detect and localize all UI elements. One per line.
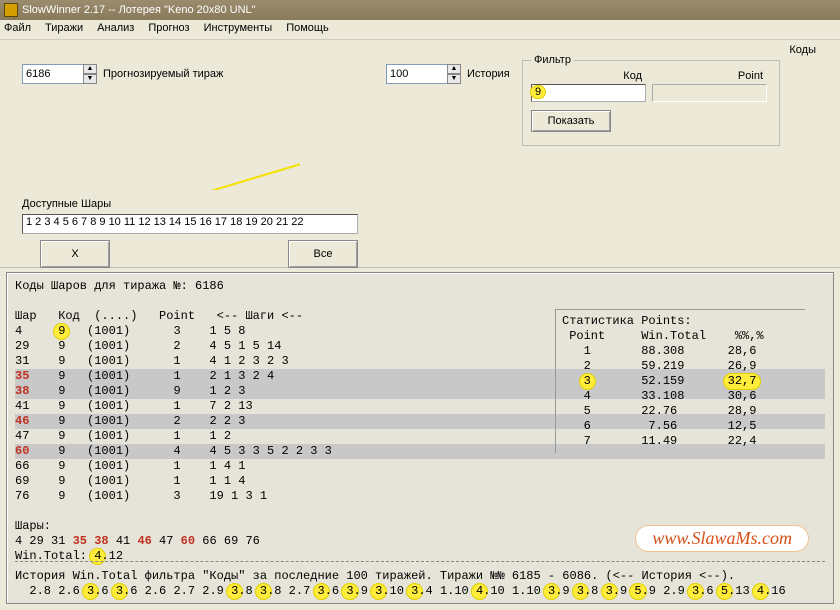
annotation-arrow	[0, 40, 300, 190]
stats-row: 5 22.76 28,9	[562, 404, 799, 419]
stats-row: 7 11.49 22,4	[562, 434, 799, 449]
all-button[interactable]: Все	[288, 240, 358, 268]
stats-row: 1 88.308 28,6	[562, 344, 799, 359]
report-panel: Коды Шаров для тиража №: 6186 Шар Код (.…	[6, 272, 834, 604]
history-input[interactable]: 100	[386, 64, 448, 84]
filter-point-label: Point	[652, 70, 767, 82]
menu-draws[interactable]: Тиражи	[45, 22, 83, 37]
menu-help[interactable]: Помощь	[286, 22, 329, 37]
predicted-draw-input[interactable]: 6186	[22, 64, 84, 84]
filter-legend: Фильтр	[531, 54, 574, 66]
history-spinner[interactable]: ▲▼	[447, 64, 461, 84]
predicted-draw-spinner[interactable]: ▲▼	[83, 64, 97, 84]
codes-label: Коды	[789, 44, 816, 56]
menubar: Файл Тиражи Анализ Прогноз Инструменты П…	[0, 20, 840, 40]
filter-point-input[interactable]	[652, 84, 767, 102]
stats-row: 6 7.56 12,5	[562, 419, 799, 434]
show-button[interactable]: Показать	[531, 110, 611, 132]
website-badge: www.SlawaMs.com	[635, 525, 809, 552]
menu-forecast[interactable]: Прогноз	[148, 22, 189, 37]
filter-kod-input[interactable]: 9	[531, 84, 646, 102]
window-title: SlowWinner 2.17 -- Лотерея "Keno 20x80 U…	[22, 0, 256, 20]
report-header: Коды Шаров для тиража №: 6186	[15, 279, 825, 294]
predicted-draw-label: Прогнозируемый тираж	[103, 68, 223, 80]
history-header: История Win.Total фильтра "Коды" за посл…	[15, 569, 735, 584]
history-label: История	[467, 68, 510, 80]
table-row: 66 9 (1001) 1 1 4 1	[15, 459, 825, 474]
table-row: 69 9 (1001) 1 1 1 4	[15, 474, 825, 489]
menu-file[interactable]: Файл	[4, 22, 31, 37]
available-balls-input[interactable]: 1 2 3 4 5 6 7 8 9 10 11 12 13 14 15 16 1…	[22, 214, 358, 234]
stats-cols: Point Win.Total %%,%	[562, 329, 799, 344]
top-panel: Коды 6186 ▲▼ Прогнозируемый тираж 100 ▲▼…	[0, 40, 840, 268]
app-icon	[4, 3, 18, 17]
menu-tools[interactable]: Инструменты	[204, 22, 273, 37]
available-balls-label: Доступные Шары	[22, 198, 111, 210]
stats-row: 3 52.159 32,7	[562, 374, 799, 389]
menu-analysis[interactable]: Анализ	[97, 22, 134, 37]
filter-kod-label: Код	[531, 70, 646, 82]
divider	[15, 561, 825, 562]
table-row: 76 9 (1001) 3 19 1 3 1	[15, 489, 825, 504]
filter-group: Фильтр Код 9 Point Показать	[522, 54, 780, 146]
history-values: 2.8 2.6 3.6 3.6 2.6 2.7 2.9 3.8 3.8 2.7 …	[15, 584, 786, 599]
stats-title: Статистика Points:	[562, 314, 799, 329]
clear-button[interactable]: X	[40, 240, 110, 268]
window-titlebar: SlowWinner 2.17 -- Лотерея "Keno 20x80 U…	[0, 0, 840, 20]
stats-box: Статистика Points: Point Win.Total %%,% …	[555, 309, 805, 453]
stats-row: 4 33.108 30,6	[562, 389, 799, 404]
stats-row: 2 59.219 26,9	[562, 359, 799, 374]
